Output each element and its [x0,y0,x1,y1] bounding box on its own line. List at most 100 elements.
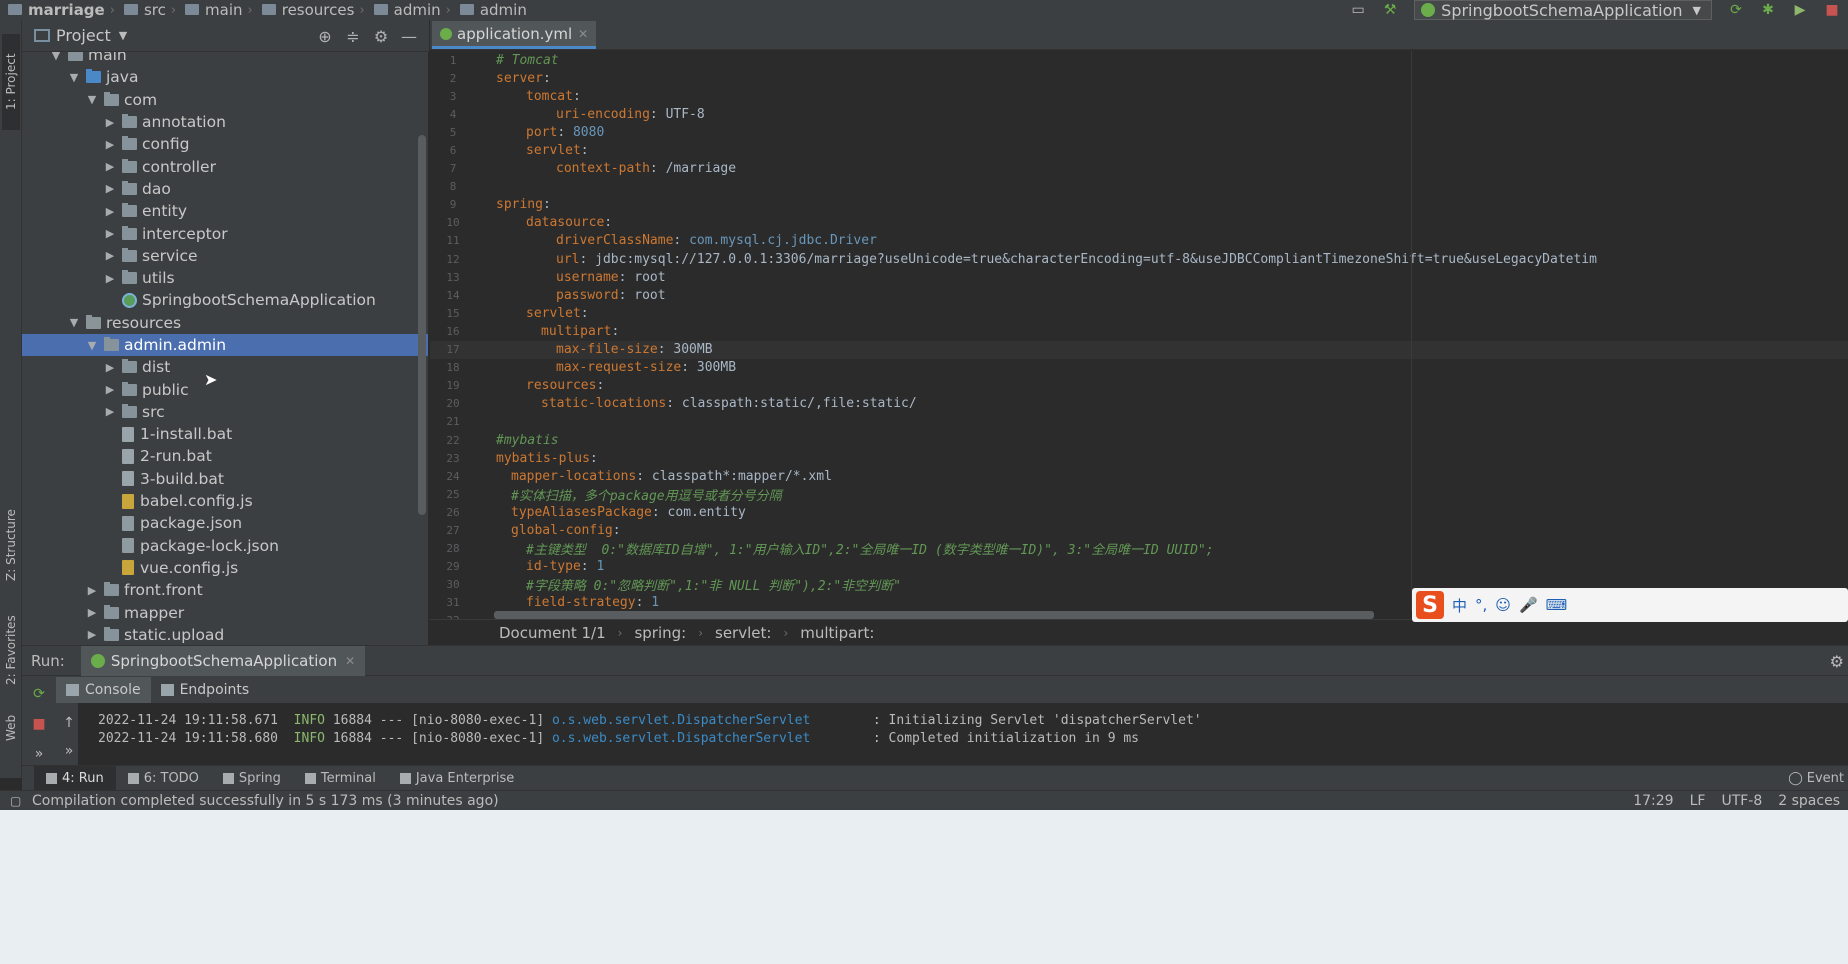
tree-item[interactable]: ▼ java [22,66,428,88]
ime-item[interactable]: ⌨ [1546,596,1568,614]
spring-tool-tab[interactable]: Spring [211,766,293,790]
collapsed-arrow-icon[interactable]: ▶ [84,606,100,619]
terminal-tool-tab[interactable]: Terminal [293,766,388,790]
debug-icon[interactable]: ✱ [1759,1,1777,19]
ime-item[interactable]: 中 [1452,595,1467,616]
ime-item[interactable]: °, [1475,596,1487,614]
chevron-down-icon[interactable]: ▼ [119,29,127,42]
collapsed-arrow-icon[interactable]: ▶ [84,628,100,641]
ime-toolbar[interactable]: S 中 °, ☺ 🎤 ⌨ [1412,588,1848,622]
breadcrumb-item[interactable]: resources [254,0,359,20]
tree-item[interactable]: SpringbootSchemaApplication [22,289,428,311]
tree-item[interactable]: package-lock.json [22,535,428,557]
status-message[interactable]: Compilation completed successfully in 5 … [0,793,499,809]
tree-item[interactable]: ▼ admin.admin [22,333,428,357]
editor-tab-application-yml[interactable]: application.yml ✕ [432,21,597,49]
tree-item[interactable]: ▶ interceptor [22,222,428,244]
run-subtab[interactable]: Endpoints [151,677,260,703]
tree-item[interactable]: ▶ service [22,245,428,267]
code-area[interactable]: 1 # Tomcat 2 server: 3 tomcat: 4 uri-encoding: … [430,51,1848,630]
tree-item[interactable]: ▶ entity [22,200,428,222]
tree-item[interactable]: ▶ front.front [22,579,428,601]
collapsed-arrow-icon[interactable]: ▶ [102,405,118,418]
close-icon[interactable]: ✕ [345,654,355,668]
tree-item[interactable]: ▶ mapper [22,601,428,623]
tree-item[interactable]: ▶ static.upload [22,624,428,645]
expanded-arrow-icon[interactable]: ▼ [66,316,82,329]
rerun-icon[interactable]: ⟳ [26,681,52,707]
tree-item[interactable]: 1-install.bat [22,423,428,445]
editor-breadcrumb-item[interactable]: Document 1/1 [499,624,606,642]
collapsed-arrow-icon[interactable]: ▶ [102,205,118,218]
run-tab[interactable]: SpringbootSchemaApplication ✕ [80,645,366,676]
editor-breadcrumb-item[interactable]: spring: [634,624,686,642]
cursor-position[interactable]: 17:29 [1625,793,1681,809]
indent-setting[interactable]: 2 spaces [1770,793,1848,809]
file-encoding[interactable]: UTF-8 [1713,793,1770,809]
breadcrumb-item[interactable]: src [116,0,170,20]
hide-icon[interactable]: — [399,26,419,46]
project-title[interactable]: Project [56,26,111,45]
tree-item[interactable]: ▶ annotation [22,111,428,133]
ime-item[interactable]: 🎤 [1519,596,1538,614]
breadcrumb-item[interactable]: admin [366,0,445,20]
editor-breadcrumb-item[interactable]: multipart: [800,624,874,642]
ime-item[interactable]: ☺ [1495,596,1511,614]
tree-item[interactable]: babel.config.js [22,490,428,512]
tree-scrollbar[interactable] [418,135,426,515]
collapsed-arrow-icon[interactable]: ▶ [102,249,118,262]
more-icon[interactable]: » [26,741,52,767]
run-tool-tab[interactable]: 4: Run [34,766,116,790]
breadcrumb-item[interactable]: admin [452,0,531,20]
expanded-arrow-icon[interactable]: ▼ [66,71,82,84]
collapsed-arrow-icon[interactable]: ▶ [102,116,118,129]
collapsed-arrow-icon[interactable]: ▶ [84,584,100,597]
console-output[interactable]: 2022-11-24 19:11:58.671 INFO 16884 --- [… [78,703,1848,766]
tree-item[interactable]: ▼ resources [22,312,428,334]
expanded-arrow-icon[interactable]: ▼ [84,339,100,352]
collapsed-arrow-icon[interactable]: ▶ [102,272,118,285]
tree-item[interactable]: package.json [22,512,428,534]
run-config-select[interactable]: SpringbootSchemaApplication ▼ [1414,0,1712,20]
tree-item[interactable]: ▶ utils [22,267,428,289]
layout-icon[interactable]: ▢ [10,794,21,808]
collapse-all-icon[interactable]: ≑ [343,26,363,46]
rerun-icon[interactable]: ⟳ [1727,1,1745,19]
tree-item[interactable]: ▶ config [22,133,428,155]
tree-item[interactable]: 3-build.bat [22,468,428,490]
coverage-icon[interactable]: ▶ [1791,1,1809,19]
gear-icon[interactable]: ⚙ [371,26,391,46]
locate-icon[interactable]: ⊕ [315,26,335,46]
collapsed-arrow-icon[interactable]: ▶ [102,182,118,195]
tree-item[interactable]: ▶ dist [22,356,428,378]
tree-item[interactable]: ▼ com [22,89,428,111]
collapsed-arrow-icon[interactable]: ▶ [102,227,118,240]
collapsed-arrow-icon[interactable]: ▶ [102,160,118,173]
collapsed-arrow-icon[interactable]: ▶ [102,361,118,374]
tree-item[interactable]: ▶ public [22,378,428,400]
tree-item[interactable]: ▶ src [22,401,428,423]
expanded-arrow-icon[interactable]: ▼ [84,93,100,106]
tree-item[interactable]: ▶ dao [22,178,428,200]
collapsed-arrow-icon[interactable]: ▶ [102,383,118,396]
line-separator[interactable]: LF [1682,793,1714,809]
tree-item[interactable]: ▶ controller [22,155,428,177]
breadcrumb-item[interactable]: main [177,0,246,20]
web-tool-tab[interactable]: Web [2,708,20,748]
project-tool-tab[interactable]: 1: Project [2,34,20,130]
horizontal-scrollbar[interactable] [494,611,1374,619]
tree-item[interactable]: 2-run.bat [22,445,428,467]
tree-item[interactable]: vue.config.js [22,557,428,579]
editor-breadcrumb-item[interactable]: servlet: [715,624,771,642]
run-subtab[interactable]: Console [56,677,151,703]
close-icon[interactable]: ✕ [578,27,588,41]
hammer-icon[interactable]: ⚒ [1381,1,1399,19]
build-project-icon[interactable]: ▭ [1349,1,1367,19]
todo-tool-tab[interactable]: 6: TODO [116,766,211,790]
breadcrumb-item[interactable]: marriage [0,0,109,20]
event-log-button[interactable]: ◯ Event [1788,766,1848,790]
gear-icon[interactable]: ⚙ [1830,652,1844,671]
stop-icon[interactable]: ■ [1823,1,1841,19]
java-enterprise-tool-tab[interactable]: Java Enterprise [388,766,526,790]
structure-tool-tab[interactable]: Z: Structure [2,500,20,590]
